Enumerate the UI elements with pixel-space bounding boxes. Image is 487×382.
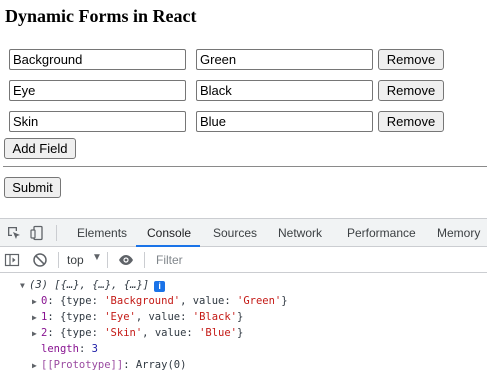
name-input[interactable]: Skin	[9, 111, 186, 132]
inspect-element-icon[interactable]	[6, 225, 22, 241]
console-array-item[interactable]: ▶ 1: {type: 'Eye', value: 'Black'}	[32, 309, 243, 325]
console-array-item[interactable]: ▶ 0: {type: 'Background', value: 'Green'}	[32, 293, 288, 309]
add-field-button[interactable]: Add Field	[4, 138, 76, 159]
context-selector[interactable]: top	[67, 251, 84, 269]
value-input[interactable]: Green	[196, 49, 373, 70]
console-array-item[interactable]: ▶ 2: {type: 'Skin', value: 'Blue'}	[32, 325, 243, 341]
submit-button[interactable]: Submit	[4, 177, 61, 198]
console-length-property: length: 3	[41, 343, 98, 355]
collapsed-triangle-icon[interactable]: ▶	[32, 294, 41, 310]
collapsed-triangle-icon[interactable]: ▶	[32, 358, 41, 374]
info-icon: i	[154, 281, 166, 292]
tab-sources[interactable]: Sources	[213, 219, 257, 247]
console-prototype-property[interactable]: ▶ [[Prototype]]: Array(0)	[32, 357, 186, 373]
collapsed-triangle-icon[interactable]: ▶	[32, 310, 41, 326]
console-toolbar: top ▼ Filter	[0, 247, 487, 273]
remove-button[interactable]: Remove	[378, 111, 444, 132]
toolbar-separator	[56, 225, 57, 241]
devtools-tab-bar: Elements Console Sources Network Perform…	[0, 219, 487, 247]
collapsed-triangle-icon[interactable]: ▶	[32, 326, 41, 342]
remove-button[interactable]: Remove	[378, 80, 444, 101]
tab-memory[interactable]: Memory	[437, 219, 480, 247]
tab-network[interactable]: Network	[278, 219, 322, 247]
remove-button[interactable]: Remove	[378, 49, 444, 70]
value-input[interactable]: Black	[196, 80, 373, 101]
toolbar-separator	[107, 252, 108, 268]
value-input[interactable]: Blue	[196, 111, 373, 132]
name-input[interactable]: Eye	[9, 80, 186, 101]
page-title: Dynamic Forms in React	[5, 6, 197, 26]
name-input[interactable]: Background	[9, 49, 186, 70]
divider	[3, 166, 487, 167]
clear-console-icon[interactable]	[32, 252, 48, 268]
console-array-summary[interactable]: ▼ (3) [{…}, {…}, {…}] i	[20, 277, 166, 294]
toolbar-separator	[58, 252, 59, 268]
tab-performance[interactable]: Performance	[347, 219, 416, 247]
toolbar-separator	[144, 252, 145, 268]
expanded-triangle-icon[interactable]: ▼	[20, 278, 29, 294]
console-output: ▼ (3) [{…}, {…}, {…}] i ▶ 0: {type: 'Backgr…	[0, 274, 487, 382]
tab-elements[interactable]: Elements	[77, 219, 127, 247]
devtools-panel: Elements Console Sources Network Perform…	[0, 218, 487, 382]
filter-input[interactable]: Filter	[150, 251, 487, 269]
sidebar-toggle-icon[interactable]	[4, 252, 20, 268]
eye-icon[interactable]	[118, 252, 134, 268]
tab-console[interactable]: Console	[147, 219, 191, 247]
device-toolbar-icon[interactable]	[30, 225, 46, 241]
chevron-down-icon: ▼	[92, 252, 102, 263]
